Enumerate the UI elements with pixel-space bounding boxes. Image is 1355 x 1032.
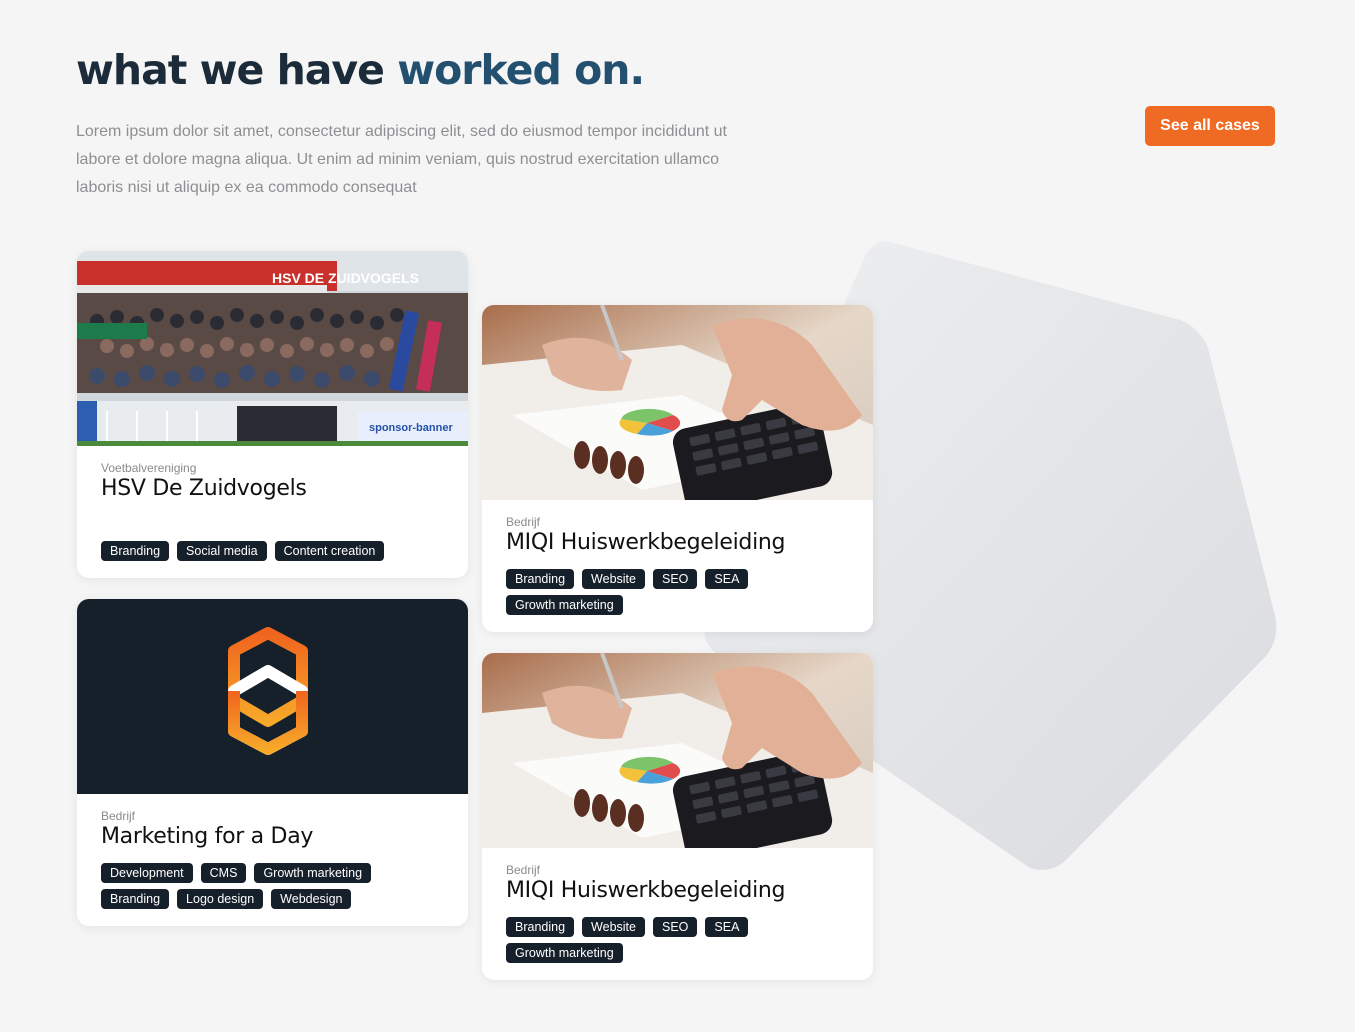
tag: Website [582,917,645,937]
see-all-cases-button[interactable]: See all cases [1145,106,1275,146]
hexagon-logo-icon [228,627,308,755]
calculator-photo [482,653,873,848]
tag: Development [101,863,193,883]
case-category: Bedrijf [506,515,541,529]
tag: Growth marketing [506,595,623,615]
case-card-hsv[interactable]: HSV DE ZUIDVOGELS sponsor-banner Voetbal [77,251,468,578]
tag-list: Branding Website SEO SEA Growth marketin… [506,569,849,615]
case-card-miqi-2[interactable]: Bedrijf MIQI Huiswerkbegeleiding Brandin… [482,653,873,980]
case-category: Voetbalvereniging [101,461,197,475]
case-category: Bedrijf [506,863,541,877]
tag: Website [582,569,645,589]
tag: SEO [652,917,698,937]
tag-list: Branding Website SEO SEA Growth marketin… [506,917,849,963]
tag: Branding [101,889,170,909]
case-card-miqi[interactable]: Bedrijf MIQI Huiswerkbegeleiding Brandin… [482,305,873,632]
case-title: HSV De Zuidvogels [101,476,307,501]
brand-logo-panel [77,599,468,794]
stadium-photo: HSV DE ZUIDVOGELS sponsor-banner [77,251,468,446]
case-card-marketing-for-a-day[interactable]: Bedrijf Marketing for a Day Development … [77,599,468,926]
page-title: what we have worked on. [76,46,645,94]
tag: Branding [101,541,170,561]
case-title: MIQI Huiswerkbegeleiding [506,878,786,903]
tag: Branding [506,917,575,937]
intro-text: Lorem ipsum dolor sit amet, consectetur … [76,123,727,196]
tag: SEO [652,569,698,589]
tag: SEA [705,569,749,589]
case-category: Bedrijf [101,809,136,823]
stadium-sign-text: HSV DE ZUIDVOGELS [272,270,419,286]
tag: Webdesign [271,889,352,909]
tag: Growth marketing [506,943,623,963]
tag: Social media [177,541,267,561]
tag-list: Development CMS Growth marketing Brandin… [101,863,444,909]
tag: CMS [200,863,247,883]
tag: Logo design [177,889,264,909]
case-title: Marketing for a Day [101,824,314,849]
tag: Branding [506,569,575,589]
tag-list: Branding Social media Content creation [101,541,444,561]
calculator-photo [482,305,873,500]
tag: Content creation [274,541,385,561]
tag: SEA [705,917,749,937]
tag: Growth marketing [254,863,372,883]
case-title: MIQI Huiswerkbegeleiding [506,530,786,555]
sponsor-banner-text: sponsor-banner [369,422,453,434]
